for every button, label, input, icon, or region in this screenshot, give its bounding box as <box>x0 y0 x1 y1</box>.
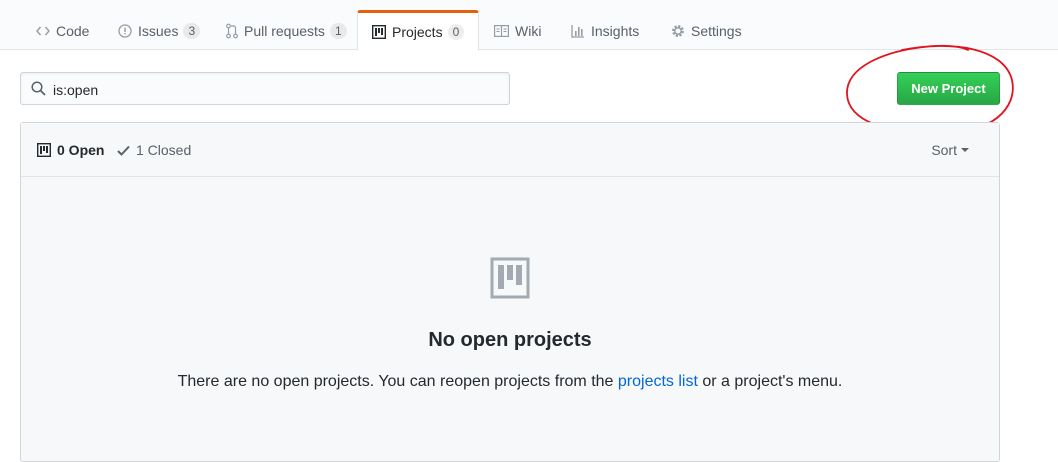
sort-label: Sort <box>931 142 957 158</box>
tab-label: Issues <box>138 23 179 39</box>
sort-dropdown[interactable]: Sort <box>931 142 969 158</box>
open-filter[interactable]: 0 Open <box>37 142 104 158</box>
search-box <box>20 72 510 106</box>
graph-icon <box>571 24 585 38</box>
tab-settings[interactable]: Settings <box>671 11 742 51</box>
blankslate: No open projects There are no open proje… <box>21 177 999 461</box>
project-icon <box>490 257 530 304</box>
tab-wiki[interactable]: Wiki <box>494 11 541 51</box>
projects-box-header: 0 Open 1 Closed Sort <box>21 123 999 177</box>
tab-pull-requests[interactable]: Pull requests 1 <box>226 11 347 51</box>
projects-counter: 0 <box>447 23 465 40</box>
open-count-label: 0 Open <box>57 142 105 158</box>
code-icon <box>36 25 50 37</box>
search-input[interactable] <box>51 73 505 106</box>
check-icon <box>117 145 130 156</box>
projects-list-link[interactable]: projects list <box>618 373 698 390</box>
search-icon <box>31 81 46 101</box>
tab-code[interactable]: Code <box>36 11 89 51</box>
book-icon <box>494 25 509 37</box>
tab-label: Code <box>56 23 90 39</box>
tab-label: Projects <box>392 23 443 40</box>
blankslate-text-before: There are no open projects. You can reop… <box>177 373 618 390</box>
tab-label: Pull requests <box>244 23 325 39</box>
new-project-button[interactable]: New Project <box>897 72 1000 105</box>
issues-counter: 3 <box>183 23 201 39</box>
repo-nav: Code Issues 3 Pull requests 1 Projects 0… <box>0 0 1058 51</box>
blankslate-text-after: or a project's menu. <box>697 373 843 390</box>
pull-request-icon <box>226 23 238 39</box>
gear-icon <box>671 24 685 38</box>
tab-label: Insights <box>591 23 640 39</box>
tab-issues[interactable]: Issues 3 <box>118 11 201 51</box>
tab-projects[interactable]: Projects 0 <box>357 10 480 51</box>
caret-down-icon <box>961 148 969 152</box>
project-icon <box>372 24 386 39</box>
pull-requests-counter: 1 <box>329 23 347 39</box>
tab-label: Settings <box>691 23 742 39</box>
blankslate-title: No open projects <box>428 329 592 351</box>
project-icon <box>37 143 51 157</box>
blankslate-text: There are no open projects. You can reop… <box>21 373 999 391</box>
projects-box: 0 Open 1 Closed Sort No open projects Th… <box>20 122 1000 462</box>
tab-label: Wiki <box>515 23 542 39</box>
tab-insights[interactable]: Insights <box>571 11 639 51</box>
closed-count-label: 1 Closed <box>136 142 192 158</box>
issue-icon <box>118 24 132 38</box>
closed-filter[interactable]: 1 Closed <box>117 142 191 158</box>
